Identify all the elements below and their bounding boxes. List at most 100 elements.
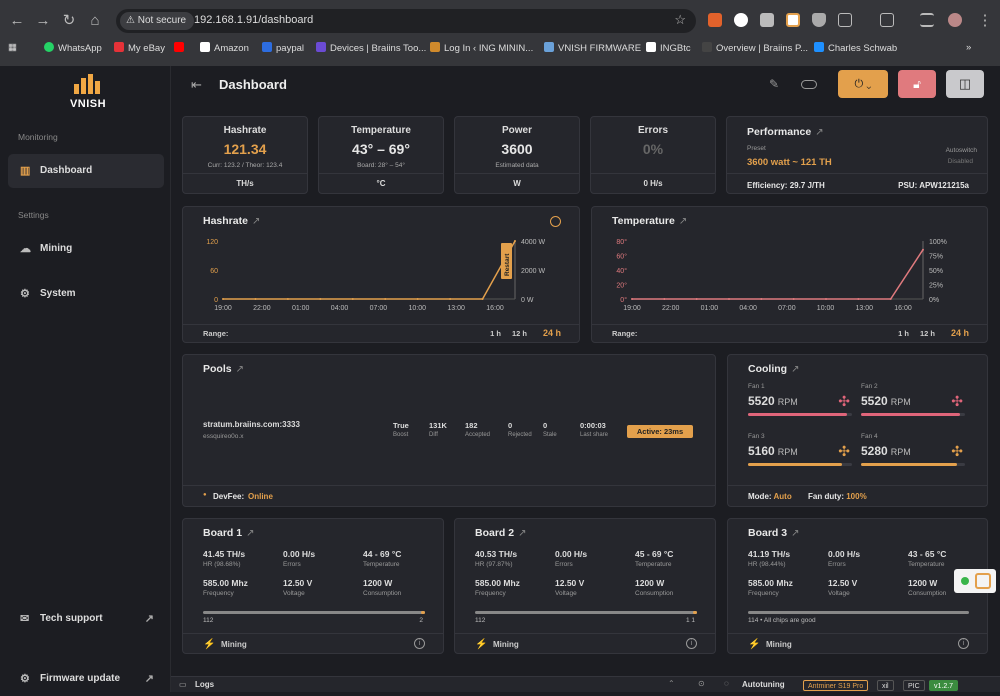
x-tick-label: 07:00 <box>778 305 796 312</box>
sidebar-item-tech-support[interactable]: ✉ Tech support ↗ <box>8 602 164 636</box>
extension-fox-icon[interactable] <box>708 13 722 27</box>
hashrate-card: Hashrate 121.34 Curr: 123.2 / Theor: 123… <box>182 116 308 194</box>
collapse-sidebar-icon[interactable]: ⇤ <box>191 77 202 93</box>
power-icon: ⏻ <box>854 78 864 90</box>
power-value: 3600 <box>501 141 533 157</box>
address-bar[interactable]: ⚠ Not secure 192.168.1.91/dashboard ☆ <box>116 9 696 33</box>
info-icon[interactable]: i <box>958 638 969 649</box>
extension-printer-icon[interactable] <box>760 13 774 27</box>
bookmark-braiins-overview[interactable]: Overview | Braiins P... <box>702 42 808 54</box>
data-point <box>825 298 827 300</box>
pool-stat-value: 0 <box>543 421 548 430</box>
profile-avatar[interactable] <box>948 13 962 27</box>
external-link-icon[interactable]: ↗ <box>246 528 254 539</box>
psu-value: APW121215a <box>919 181 969 190</box>
external-link-icon[interactable]: ↗ <box>252 216 260 227</box>
bookmark-amazon[interactable]: Amazon <box>200 42 249 54</box>
power-menu-button[interactable]: ⏻ ⌄ <box>838 70 888 98</box>
x-tick-label: 10:00 <box>817 305 835 312</box>
range-1h-button[interactable]: 1 h <box>898 329 909 338</box>
bookmark-paypal[interactable]: paypal <box>262 42 304 54</box>
external-link-icon[interactable]: ↗ <box>679 216 687 227</box>
more-bookmarks-icon[interactable]: » <box>966 42 971 53</box>
toggle-icon[interactable] <box>801 80 817 89</box>
bolt-icon: ⚡ <box>475 639 488 650</box>
target-icon: ⊙ <box>698 679 705 688</box>
cast-icon[interactable] <box>880 13 894 27</box>
range-1h-button[interactable]: 1 h <box>490 329 501 338</box>
chevron-up-icon[interactable]: ⌃ <box>668 679 675 688</box>
data-point <box>351 298 354 300</box>
range-24h-button[interactable]: 24 h <box>543 328 561 338</box>
bookmark-youtube[interactable] <box>174 42 188 54</box>
bookmark-whatsapp[interactable]: WhatsApp <box>44 42 102 54</box>
floating-widget[interactable] <box>954 569 996 593</box>
bookmark-star-icon[interactable]: ☆ <box>674 12 686 28</box>
bookmark-ing-mining[interactable]: Log In ‹ ING MININ... <box>430 42 533 54</box>
x-tick-label: 07:00 <box>370 305 388 312</box>
url-text[interactable]: 192.168.1.91/dashboard <box>194 14 313 26</box>
y-tick-label: 40° <box>616 267 627 275</box>
range-12h-button[interactable]: 12 h <box>920 329 935 338</box>
pool-stat-value: 131K <box>429 421 447 430</box>
bookmark-ingbtc[interactable]: INGBtc <box>646 42 691 54</box>
board-stat-label: Temperature <box>908 561 945 568</box>
panel-toggle-button[interactable]: ◫ <box>946 70 984 98</box>
y2-tick-label: 2000 W <box>521 268 546 275</box>
external-link-icon[interactable]: ↗ <box>518 528 526 539</box>
board-stat-value: 1200 W <box>635 578 665 588</box>
bookmark-vnish[interactable]: VNISH FIRMWARE <box>544 42 641 54</box>
bookmark-braiins-devices[interactable]: Devices | Braiins Too... <box>316 42 426 54</box>
vnish-logo[interactable]: VNISH <box>68 74 108 114</box>
pool-stat-value: 0 <box>508 421 513 430</box>
pool-url: stratum.braiins.com:3333 <box>203 420 300 429</box>
home-icon[interactable]: ⌂ <box>84 10 106 32</box>
sidebar-item-firmware-update[interactable]: ⚙ Firmware update ↗ <box>8 662 164 696</box>
apps-grid-icon[interactable]: ▦ <box>8 42 17 53</box>
sidebar-item-mining[interactable]: ☁ Mining <box>8 232 164 266</box>
logo-bars-icon <box>74 74 102 94</box>
sidebar-item-dashboard[interactable]: ▥ Dashboard <box>8 154 164 188</box>
external-link-icon[interactable]: ↗ <box>791 364 799 375</box>
back-icon[interactable]: ← <box>6 10 28 32</box>
data-point <box>514 240 516 242</box>
external-link-icon[interactable]: ↗ <box>236 364 244 375</box>
extension-r-icon[interactable] <box>786 13 800 27</box>
board-stat-label: Consumption <box>363 590 402 597</box>
pool-stat: 0 Stale <box>543 421 583 438</box>
shield-icon[interactable] <box>812 13 826 27</box>
bookmark-ebay[interactable]: My eBay <box>114 42 165 54</box>
reload-icon[interactable]: ↻ <box>58 10 80 32</box>
restart-label: Restart <box>504 253 511 276</box>
fan-bar-fill <box>861 463 957 466</box>
data-point <box>728 298 730 300</box>
edit-icon[interactable]: ✎ <box>769 77 779 91</box>
pool-stat-label: Diff <box>429 432 438 438</box>
security-indicator[interactable]: ⚠ Not secure <box>120 12 195 30</box>
info-icon[interactable]: i <box>414 638 425 649</box>
external-link-icon[interactable]: ↗ <box>791 528 799 539</box>
data-point <box>663 298 666 300</box>
queue-icon[interactable] <box>920 13 934 27</box>
chip-count-right: 2 <box>419 617 423 624</box>
info-icon[interactable]: i <box>686 638 697 649</box>
board-card: Board 1 ↗ 41.45 TH/s HR (98.68%) 0.00 H/s Err… <box>182 518 444 654</box>
y-tick-label: 60 <box>210 268 218 275</box>
puzzle-icon[interactable] <box>838 13 852 27</box>
logs-toggle[interactable]: Logs <box>195 680 214 689</box>
range-12h-button[interactable]: 12 h <box>512 329 527 338</box>
performance-card[interactable]: Performance ↗ Preset 3600 watt ~ 121 TH A… <box>726 116 988 194</box>
forward-icon[interactable]: → <box>32 10 54 32</box>
temperature-value: 43° – 69° <box>352 141 410 157</box>
pools-card: Pools ↗ stratum.braiins.com:3333 essquire… <box>182 354 716 507</box>
lock-button[interactable]: 🔓︎ <box>898 70 936 98</box>
fan-rpm: 5280 RPM <box>861 444 911 458</box>
pool-stat: 0 Rejected <box>508 421 548 438</box>
chart-settings-icon[interactable] <box>550 216 561 227</box>
menu-dots-icon[interactable]: ⋮ <box>974 10 996 32</box>
bookmark-schwab[interactable]: Charles Schwab <box>814 42 897 54</box>
extension-s-icon[interactable] <box>734 13 748 27</box>
range-24h-button[interactable]: 24 h <box>951 328 969 338</box>
sidebar-item-system[interactable]: ⚙ System <box>8 277 164 311</box>
board-stat-value: 45 - 69 °C <box>635 549 674 559</box>
